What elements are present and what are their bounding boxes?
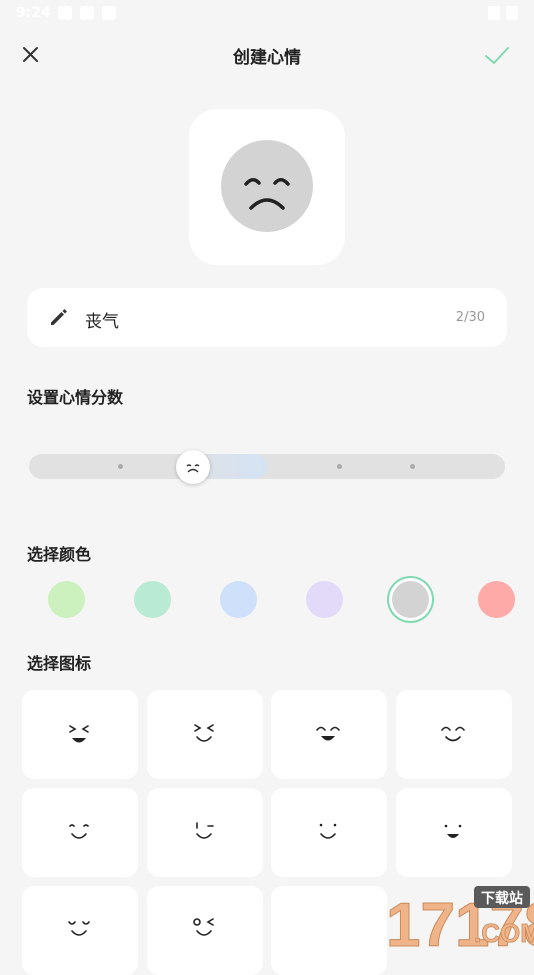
color-swatch-gray[interactable] <box>392 581 429 618</box>
pencil-icon <box>51 309 67 325</box>
color-options <box>0 578 534 622</box>
watermark-suffix: .COM <box>474 918 534 948</box>
notification-icon <box>80 6 94 20</box>
happy-face-icon <box>316 726 340 741</box>
battery-icon <box>506 6 518 20</box>
relaxed-face-icon <box>68 921 90 936</box>
icon-option-content[interactable] <box>396 690 512 779</box>
top-bar: 创建心情 <box>0 30 534 80</box>
color-swatch-blue[interactable] <box>220 581 257 618</box>
watermark-logo: 17178 下载站 .COM <box>304 880 534 961</box>
page-title: 创建心情 <box>233 48 301 68</box>
notification-icons <box>58 6 116 20</box>
status-time: 9:24 <box>16 5 51 21</box>
system-icons <box>488 6 518 20</box>
icon-option-cheerful[interactable] <box>396 788 512 877</box>
confirm-button[interactable] <box>482 40 512 70</box>
playful-face-icon <box>193 918 214 936</box>
sad-face-icon <box>221 140 313 232</box>
grin-face-icon <box>69 725 89 743</box>
watermark-badge: 下载站 <box>481 890 523 907</box>
icon-option-squint[interactable] <box>147 690 263 779</box>
slider-step-dot <box>118 464 123 469</box>
notification-icon <box>102 6 116 20</box>
icon-option-happy[interactable] <box>271 690 387 779</box>
score-slider[interactable] <box>29 450 505 484</box>
mood-name-field[interactable]: 丧气 2/30 <box>27 288 507 347</box>
cheerful-face-icon <box>444 824 462 838</box>
slider-step-dot <box>410 464 415 469</box>
check-icon <box>485 47 509 64</box>
mood-name-value: 丧气 <box>85 312 119 332</box>
icon-option-relaxed[interactable] <box>22 886 138 975</box>
color-swatch-purple[interactable] <box>306 581 343 618</box>
sad-face-icon <box>186 464 200 473</box>
notification-icon <box>58 6 72 20</box>
wink-face-icon <box>196 822 214 839</box>
slider-thumb[interactable] <box>176 450 210 484</box>
icon-option-playful[interactable] <box>147 886 263 975</box>
status-bar: 9:24 <box>0 0 534 28</box>
icon-option-grin[interactable] <box>22 690 138 779</box>
mood-preview[interactable] <box>189 109 345 265</box>
color-swatch-red[interactable] <box>478 581 515 618</box>
color-swatch-mint[interactable] <box>134 581 171 618</box>
color-swatch-green[interactable] <box>48 581 85 618</box>
content-face-icon <box>441 726 465 742</box>
color-section-label: 选择颜色 <box>27 545 92 564</box>
icon-section-label: 选择图标 <box>27 654 92 673</box>
smile-face-icon <box>319 823 337 839</box>
calm-face-icon <box>69 824 89 839</box>
icon-option-wink[interactable] <box>147 788 263 877</box>
icon-option-smile[interactable] <box>271 788 387 877</box>
score-section-label: 设置心情分数 <box>27 388 124 407</box>
icon-option-calm[interactable] <box>22 788 138 877</box>
wifi-icon <box>488 6 500 20</box>
character-counter: 2/30 <box>455 310 485 325</box>
slider-step-dot <box>337 464 342 469</box>
squint-smile-icon <box>194 724 214 742</box>
